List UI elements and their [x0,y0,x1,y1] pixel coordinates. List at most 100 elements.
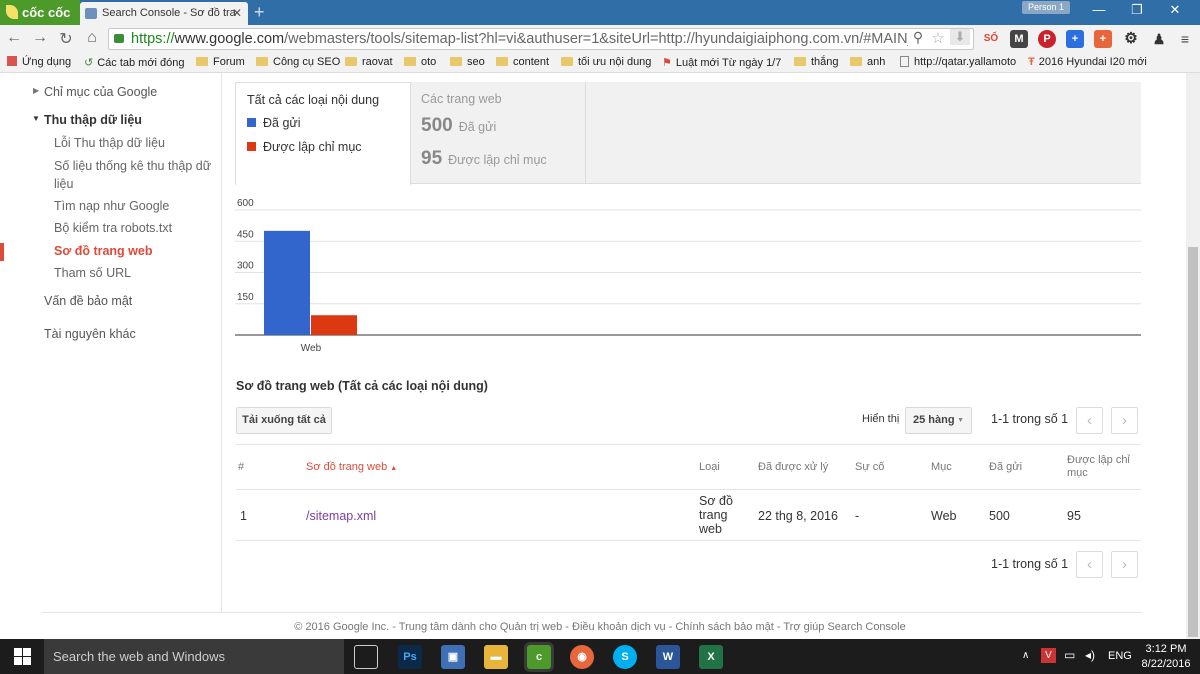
file-explorer-icon[interactable]: ▬ [484,645,508,669]
sidebar-item-crawl-errors[interactable]: Lỗi Thu thập dữ liệu [54,136,165,150]
bookmark-forum[interactable]: Forum [196,56,245,68]
antivirus-tray-icon[interactable]: V [1041,648,1056,663]
word-icon[interactable]: W [656,645,680,669]
network-app-icon[interactable]: ▣ [441,645,465,669]
sidebar-item-sitemaps[interactable]: Sơ đồ trang web [54,244,152,258]
col-header-submitted[interactable]: Đã gửi [989,461,1022,473]
bookmark-qatar[interactable]: http://qatar.yallamoto [900,56,1018,68]
scrollbar-thumb[interactable] [1188,247,1198,637]
bookmark-oto[interactable]: oto [404,56,436,68]
tab-web-pages[interactable]: Các trang web 500 Đã gửi 95 Được lập chỉ m… [411,82,586,184]
settings-gear-icon[interactable]: ⚙ [1122,30,1140,48]
zoom-icon[interactable]: ⚲ [908,29,928,46]
bookmark-anh[interactable]: anh [850,56,885,68]
browser-tab-active[interactable]: Search Console - Sơ đồ tra ✕ [80,2,248,25]
bar-submitted [264,230,310,335]
restore-icon[interactable]: ❐ [1122,2,1152,18]
col-header-sitemap[interactable]: Sơ đồ trang web ▲ [306,461,397,473]
photoshop-icon[interactable]: Ps [398,645,422,669]
bookmark-star-icon[interactable]: ☆ [928,29,948,47]
close-window-icon[interactable]: ✕ [1160,2,1190,18]
bookmark-label: oto [421,56,437,68]
taskbar-clock[interactable]: 3:12 PM 8/22/2016 [1136,642,1196,672]
expand-arrow-icon[interactable]: ▶ [33,86,39,95]
col-header-processed[interactable]: Đã được xử lý [758,461,828,473]
prev-page-button[interactable]: ‹ [1076,407,1103,434]
y-tick-label: 150 [237,292,254,303]
bookmark-content[interactable]: content [496,56,549,68]
tray-expand-icon[interactable]: ∧ [1022,650,1029,661]
task-view-icon[interactable] [354,645,378,669]
bookmark-new-law[interactable]: ⚑ Luật mới Từ ngày 1/7 [662,56,781,69]
reload-icon[interactable]: ↻ [56,29,76,49]
sidebar-item-crawl-stats-line2[interactable]: liệu [54,177,73,191]
pagination-text-bottom: 1-1 trong số 1 [991,557,1069,571]
sidebar-item-index[interactable]: Chỉ mục của Google [44,85,157,99]
next-page-button[interactable]: › [1111,407,1138,434]
user-icon[interactable]: ♟ [1150,30,1168,48]
rows-per-page-select[interactable]: 25 hàng ▼ [905,407,972,434]
next-page-button-bottom[interactable]: › [1111,551,1138,578]
volume-tray-icon[interactable]: ◂) [1085,648,1095,662]
plus-blue-extension-icon[interactable]: + [1066,30,1084,48]
col-header-issues[interactable]: Sự cố [855,461,884,473]
col-header-items[interactable]: Mục [931,461,952,473]
bookmark-seo-content[interactable]: tối ưu nội dung [561,56,651,68]
skype-icon[interactable]: S [613,645,637,669]
pinterest-icon[interactable]: P [1038,30,1056,48]
show-label: Hiển thị [862,413,900,425]
sidebar-item-crawl-stats[interactable]: Số liệu thống kê thu thập dữ [54,159,211,173]
bookmark-seo[interactable]: seo [450,56,485,68]
download-icon[interactable]: ⬇ [950,29,970,45]
bookmark-recent-tabs[interactable]: ↺ Các tab mới đóng [84,56,185,69]
col-header-type[interactable]: Loại [699,461,720,473]
prev-page-button-bottom[interactable]: ‹ [1076,551,1103,578]
new-tab-button[interactable]: + [254,2,265,22]
forward-icon[interactable]: → [30,29,50,47]
taskbar-search[interactable]: Search the web and Windows [44,639,344,674]
coccoc-logo[interactable]: cốc cốc [0,0,80,25]
home-icon[interactable]: ⌂ [82,29,102,47]
stat-label: Được lập chỉ mục [448,153,547,167]
cell-issues: - [855,509,860,523]
bookmark-apps[interactable]: Ứng dụng [7,56,71,68]
download-all-button[interactable]: Tải xuống tất cả [236,407,332,434]
bookmark-label: Forum [213,56,245,68]
scrollbar[interactable] [1186,73,1200,639]
person-badge[interactable]: Person 1 [1022,1,1070,14]
firefox-icon[interactable]: ◉ [570,645,594,669]
page-footer[interactable]: © 2016 Google Inc. - Trung tâm dành cho … [0,621,1200,633]
address-bar[interactable]: https://www.google.com/webmasters/tools/… [108,28,974,50]
collapse-arrow-icon[interactable]: ▼ [32,114,40,123]
back-icon[interactable]: ← [4,29,24,47]
minimize-icon[interactable]: — [1084,2,1114,17]
coccoc-leaf-icon [6,5,18,19]
network-tray-icon[interactable]: ▭ [1064,648,1075,662]
bookmark-hyundai[interactable]: Ŧ 2016 Hyundai I20 mới [1028,56,1200,68]
sidebar-item-crawl[interactable]: Thu thập dữ liệu [44,113,142,127]
coccoc-taskbar-icon[interactable]: c [527,645,551,669]
seo-extension-icon[interactable]: SỐ [982,30,1000,48]
sidebar-item-url-params[interactable]: Tham số URL [54,266,131,280]
m-extension-icon[interactable]: M [1010,30,1028,48]
excel-icon[interactable]: X [699,645,723,669]
active-indicator [0,243,4,261]
tab-close-icon[interactable]: ✕ [232,2,242,25]
tab-all-content-types[interactable]: Tất cả các loại nội dung Đã gửi Được lập… [235,82,411,185]
sitemap-link[interactable]: /sitemap.xml [306,509,376,523]
language-indicator[interactable]: ENG [1108,650,1132,662]
menu-icon[interactable]: ≡ [1176,30,1194,48]
col-header-indexed-line2[interactable]: mục [1067,467,1088,479]
col-header-label: Sơ đồ trang web [306,461,388,473]
clock-date: 8/22/2016 [1141,658,1191,670]
bookmark-seo-tools[interactable]: Công cụ SEO [256,56,340,68]
bookmark-raovat[interactable]: raovat [345,56,393,68]
sidebar-item-security[interactable]: Vấn đề bảo mật [44,294,132,308]
sidebar-item-robots[interactable]: Bộ kiểm tra robots.txt [54,221,172,235]
col-header-indexed[interactable]: Được lập chỉ [1067,454,1130,466]
windows-start-icon[interactable] [0,639,44,674]
sidebar-item-fetch[interactable]: Tìm nạp như Google [54,199,169,213]
plus-orange-extension-icon[interactable]: + [1094,30,1112,48]
bookmark-thang[interactable]: thắng [794,56,839,68]
sidebar-item-other-resources[interactable]: Tài nguyên khác [44,327,136,341]
